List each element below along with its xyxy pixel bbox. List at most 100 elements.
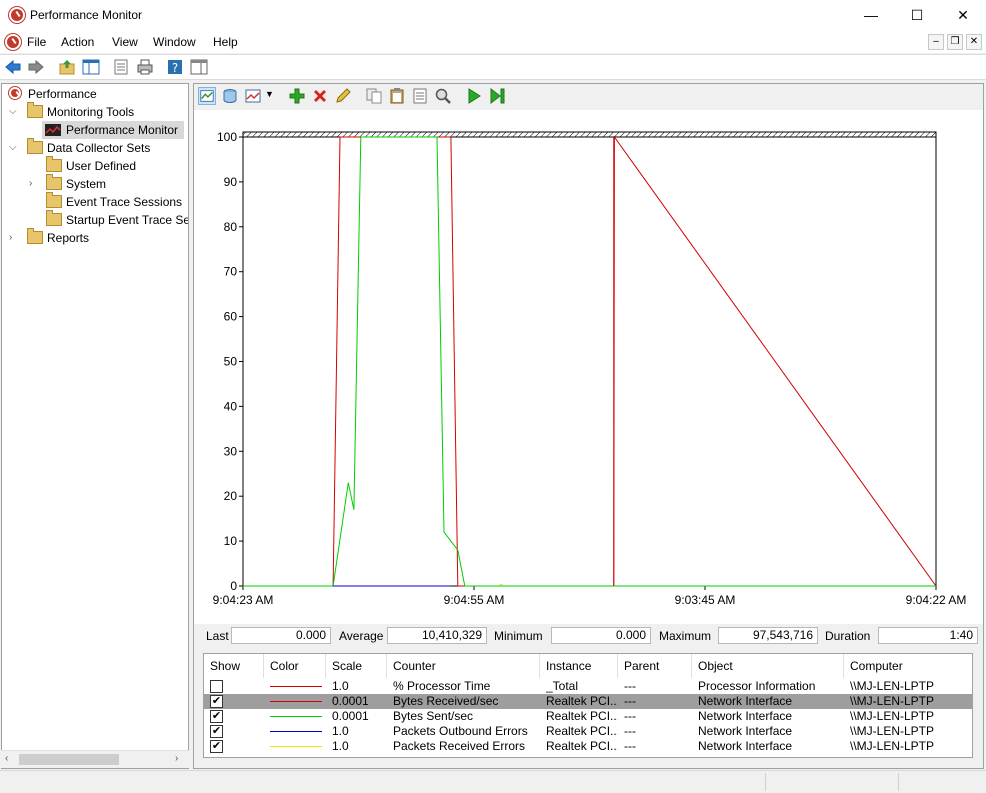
forward-arrow-icon[interactable] [27, 58, 45, 76]
properties-icon[interactable] [112, 58, 130, 76]
paste-counter-list-icon[interactable] [388, 87, 406, 105]
column-header-object[interactable]: Object [692, 654, 844, 678]
tree-item-reports[interactable]: › Reports [6, 228, 186, 247]
legend-cell-counter: Packets Received Errors [393, 739, 526, 753]
title-bar: Performance Monitor — ☐ ✕ [0, 0, 986, 31]
copy-properties-icon[interactable] [365, 87, 383, 105]
tree-item-event-trace-sessions[interactable]: Event Trace Sessions [6, 192, 186, 211]
tree-item-system[interactable]: › System [6, 174, 186, 193]
tree-item-monitoring-tools[interactable]: ⌵ Monitoring Tools [6, 102, 186, 121]
close-button[interactable]: ✕ [940, 0, 986, 31]
legend-row[interactable]: 1.0 % Processor Time _Total --- Processor In… [204, 679, 972, 694]
print-icon[interactable] [136, 58, 154, 76]
minimum-value: 0.000 [551, 627, 651, 644]
graph-toolbar: ▼ [194, 84, 983, 110]
maximize-button[interactable]: ☐ [894, 0, 940, 31]
mdi-restore-button[interactable]: ❐ [947, 34, 963, 50]
scrollbar-thumb[interactable] [19, 754, 119, 765]
chevron-down-icon[interactable]: ⌵ [9, 139, 19, 157]
zoom-magnifier-icon[interactable] [434, 87, 452, 105]
help-icon[interactable]: ? [166, 58, 184, 76]
add-counter-icon[interactable] [288, 87, 306, 105]
column-header-parent[interactable]: Parent [618, 654, 692, 678]
column-header-color[interactable]: Color [264, 654, 326, 678]
column-header-show[interactable]: Show [204, 654, 264, 678]
show-hide-action-pane-icon[interactable] [190, 58, 208, 76]
show-checkbox[interactable]: ✔ [210, 695, 223, 708]
chevron-right-icon[interactable]: › [9, 229, 19, 247]
y-tick-label: 90 [224, 175, 238, 189]
menu-action[interactable]: Action [61, 35, 94, 49]
show-checkbox[interactable]: ✔ [210, 710, 223, 723]
show-checkbox[interactable]: ✔ [210, 725, 223, 738]
legend-cell-parent: --- [624, 709, 636, 723]
legend-cell-object: Network Interface [698, 739, 793, 753]
legend-row[interactable]: ✔ 1.0 Packets Outbound Errors Realtek PCI..… [204, 724, 972, 739]
tree-horizontal-scrollbar[interactable]: ‹ › [1, 750, 189, 768]
average-label: Average [339, 629, 384, 643]
graph-properties-icon[interactable] [411, 87, 429, 105]
plot-area [242, 136, 937, 587]
view-current-activity-icon[interactable] [198, 87, 216, 105]
back-arrow-icon[interactable] [4, 58, 22, 76]
tree-item-performance-monitor[interactable]: Performance Monitor [42, 121, 184, 139]
show-checkbox[interactable]: ✔ [210, 740, 223, 753]
minimize-button[interactable]: — [848, 0, 894, 31]
x-tick-label: 9:04:22 AM [906, 593, 967, 607]
tree-label-system: System [66, 177, 107, 191]
chevron-down-icon[interactable]: ⌵ [9, 103, 19, 121]
maximum-value: 97,543,716 [718, 627, 818, 644]
update-data-step-icon[interactable] [488, 87, 506, 105]
mdi-close-button[interactable]: ✕ [966, 34, 982, 50]
show-hide-console-tree-icon[interactable] [82, 58, 100, 76]
color-swatch [270, 746, 322, 747]
system-folder-icon [46, 174, 62, 190]
column-header-instance[interactable]: Instance [540, 654, 618, 678]
legend-row[interactable]: ✔ 0.0001 Bytes Sent/sec Realtek PCI... --- Ne… [204, 709, 972, 724]
chevron-right-icon[interactable]: › [29, 175, 39, 193]
column-header-scale[interactable]: Scale [326, 654, 387, 678]
menu-view[interactable]: View [112, 35, 138, 49]
y-tick-label: 70 [224, 265, 238, 279]
delete-counter-icon[interactable] [311, 87, 329, 105]
tree-item-user-defined[interactable]: User Defined [6, 156, 186, 175]
y-tick-label: 50 [224, 355, 238, 369]
legend-cell-parent: --- [624, 694, 636, 708]
column-header-counter[interactable]: Counter [387, 654, 540, 678]
tree-item-performance[interactable]: Performance [6, 85, 186, 103]
system-menu-icon[interactable] [5, 34, 21, 50]
tree-item-startup-event-trace[interactable]: Startup Event Trace Ses [6, 210, 188, 229]
status-segment [765, 773, 766, 791]
view-log-data-icon[interactable] [221, 87, 239, 105]
y-tick-label: 30 [224, 444, 238, 458]
y-tick-label: 20 [224, 489, 238, 503]
legend-row[interactable]: ✔ 1.0 Packets Received Errors Realtek PCI..… [204, 739, 972, 754]
legend-row[interactable]: ✔ 0.0001 Bytes Received/sec Realtek PCI... -… [204, 694, 972, 709]
menu-window[interactable]: Window [153, 35, 196, 49]
tree-item-data-collector-sets[interactable]: ⌵ Data Collector Sets [6, 138, 186, 157]
legend-cell-counter: % Processor Time [393, 679, 491, 693]
show-checkbox[interactable] [210, 680, 223, 693]
graph-type-dropdown-icon[interactable]: ▼ [265, 89, 274, 99]
unfreeze-display-play-icon[interactable] [465, 87, 483, 105]
change-graph-type-icon[interactable] [244, 87, 262, 105]
x-tick-label: 9:04:23 AM [213, 593, 274, 607]
scroll-right-icon[interactable]: › [175, 753, 178, 764]
average-value: 10,410,329 [387, 627, 487, 644]
up-folder-icon[interactable] [58, 58, 76, 76]
legend-cell-object: Network Interface [698, 694, 793, 708]
legend-cell-parent: --- [624, 679, 636, 693]
color-swatch [270, 686, 322, 687]
menu-help[interactable]: Help [213, 35, 238, 49]
menu-file[interactable]: File [27, 35, 46, 49]
legend-cell-instance: Realtek PCI... [546, 724, 618, 738]
last-value: 0.000 [231, 627, 331, 644]
user-folder-icon [46, 156, 62, 172]
color-swatch [270, 731, 322, 732]
column-header-computer[interactable]: Computer [844, 654, 972, 678]
mdi-minimize-button[interactable]: – [928, 34, 944, 50]
highlight-pencil-icon[interactable] [334, 87, 352, 105]
scroll-left-icon[interactable]: ‹ [5, 753, 8, 764]
y-tick-label: 60 [224, 310, 238, 324]
tree-label-event-trace-sessions: Event Trace Sessions [66, 195, 183, 209]
